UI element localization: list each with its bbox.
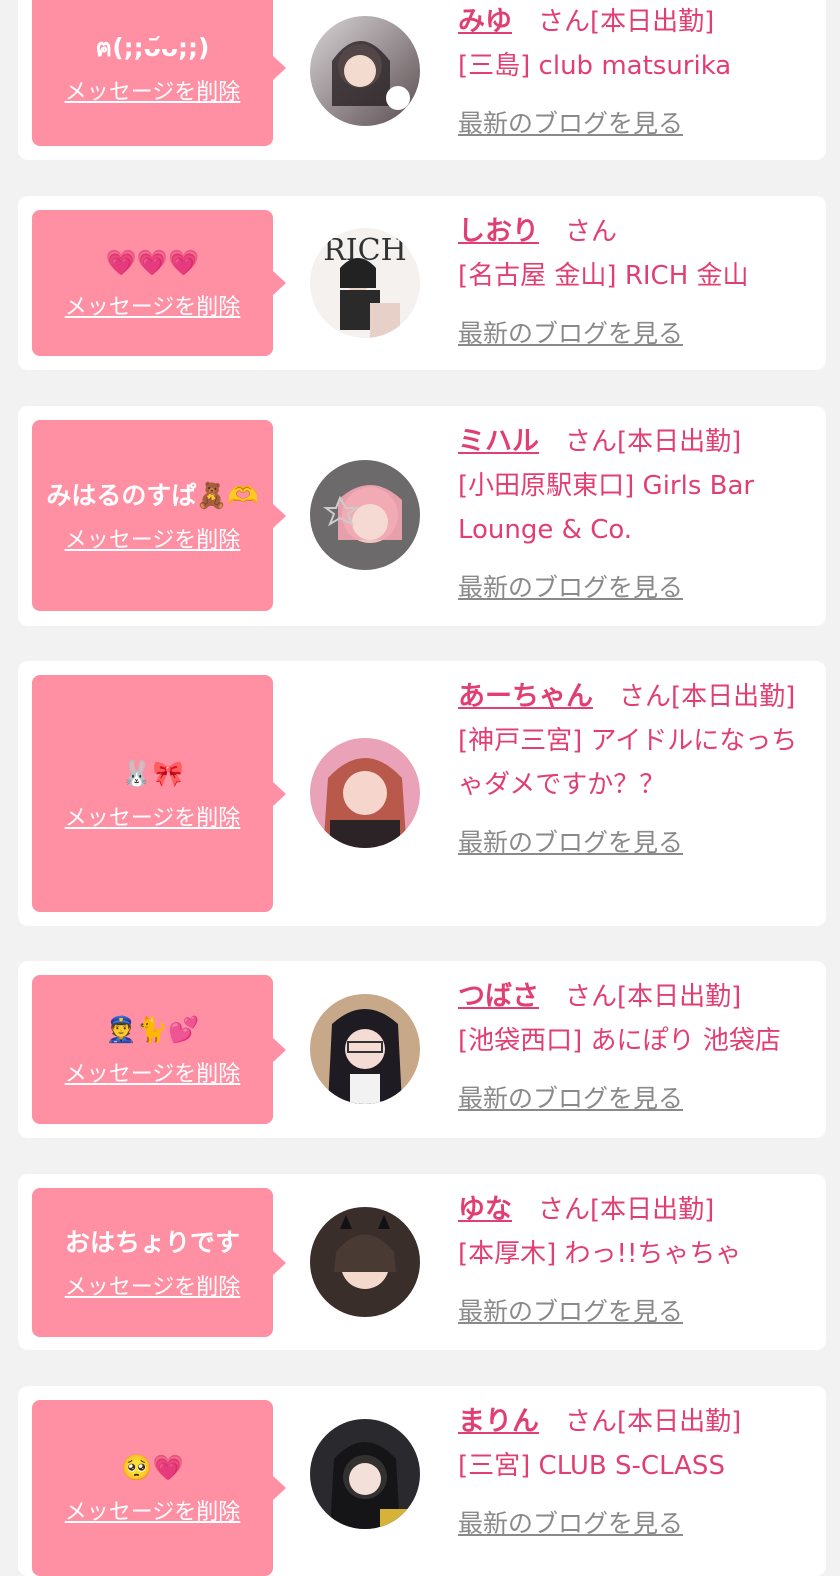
girl-info: つばさ さん[本日出勤] [池袋西口] あにぽり 池袋店 最新のブログを見る — [458, 975, 818, 1121]
girl-name-link[interactable]: あーちゃん — [458, 681, 593, 712]
shop-name: [三島] club matsurika — [458, 51, 732, 81]
avatar[interactable] — [310, 16, 420, 126]
shop-name: [名古屋 金山] RICH 金山 — [458, 261, 749, 291]
girl-info: みゆ さん[本日出勤] [三島] club matsurika 最新のブログを見る — [458, 0, 818, 146]
honorific: さん — [538, 7, 591, 37]
status-badge: [本日出勤] — [617, 982, 742, 1012]
message-text: 🥺💗 — [121, 1453, 184, 1482]
honorific: さん — [565, 1407, 618, 1437]
girl-name-link[interactable]: ミハル — [458, 426, 539, 457]
girl-name-link[interactable]: みゆ — [458, 6, 512, 37]
message-bubble: みはるのすぱ🧸🫶 メッセージを削除 — [32, 420, 286, 611]
status-badge: [本日出勤] — [617, 1407, 742, 1437]
honorific: さん — [538, 1195, 591, 1225]
girl-info: ゆな さん[本日出勤] [本厚木] わっ!!ちゃちゃ 最新のブログを見る — [458, 1188, 818, 1334]
avatar[interactable] — [310, 1419, 420, 1529]
status-badge: [本日出勤] — [617, 427, 742, 457]
message-bubble: 💗💗💗 メッセージを削除 — [32, 210, 286, 356]
status-badge: [本日出勤] — [590, 1195, 715, 1225]
honorific: さん — [565, 982, 618, 1012]
delete-message-link[interactable]: メッセージを削除 — [65, 1269, 241, 1301]
latest-blog-link[interactable]: 最新のブログを見る — [458, 1077, 818, 1121]
shop-name: [本厚木] わっ!!ちゃちゃ — [458, 1239, 742, 1269]
status-badge: [本日出勤] — [590, 7, 715, 37]
shop-name: [小田原駅東口] Girls Bar Lounge & Co. — [458, 471, 755, 545]
status-badge: [本日出勤] — [671, 682, 796, 712]
latest-blog-link[interactable]: 最新のブログを見る — [458, 821, 818, 865]
delete-message-link[interactable]: メッセージを削除 — [65, 1056, 241, 1088]
latest-blog-link[interactable]: 最新のブログを見る — [458, 1502, 818, 1546]
shop-name: [三宮] CLUB S-CLASS — [458, 1451, 725, 1481]
delete-message-link[interactable]: メッセージを削除 — [65, 74, 241, 106]
avatar[interactable]: RICH — [310, 228, 420, 338]
avatar[interactable] — [310, 738, 420, 848]
list-item: 👮🐈💕 メッセージを削除 つばさ さん[本日出勤] [池袋西口] あにぽり 池袋店… — [18, 961, 826, 1138]
avatar[interactable] — [310, 994, 420, 1104]
message-bubble: ฅ(;;ᴗ᷄ᴗ;;) メッセージを削除 — [32, 0, 286, 146]
girl-name-link[interactable]: ゆな — [458, 1194, 512, 1225]
message-bubble: おはちょりです メッセージを削除 — [32, 1188, 286, 1337]
list-item: おはちょりです メッセージを削除 ゆな さん[本日出勤] [本厚木] わっ!!ちゃ… — [18, 1174, 826, 1350]
message-text: 👮🐈💕 — [105, 1014, 200, 1044]
honorific: さん — [565, 217, 618, 247]
avatar[interactable] — [310, 1207, 420, 1317]
list-item: 🐰🎀 メッセージを削除 あーちゃん さん[本日出勤] [神戸三宮] アイドルになっ… — [18, 661, 826, 926]
girl-name-link[interactable]: まりん — [458, 1406, 539, 1437]
shop-name: [神戸三宮] アイドルになっちゃダメですか？？ — [458, 726, 798, 800]
message-text: みはるのすぱ🧸🫶 — [46, 480, 259, 510]
list-item: みはるのすぱ🧸🫶 メッセージを削除 ミハル さん[本日出勤] [小田原駅東口] G… — [18, 406, 826, 626]
message-bubble: 🥺💗 メッセージを削除 — [32, 1400, 286, 1576]
girl-info: まりん さん[本日出勤] [三宮] CLUB S-CLASS 最新のブログを見る — [458, 1400, 818, 1546]
girl-info: ミハル さん[本日出勤] [小田原駅東口] Girls Bar Lounge & … — [458, 420, 818, 610]
girl-name-link[interactable]: つばさ — [458, 981, 539, 1012]
latest-blog-link[interactable]: 最新のブログを見る — [458, 1290, 818, 1334]
delete-message-link[interactable]: メッセージを削除 — [65, 289, 241, 321]
latest-blog-link[interactable]: 最新のブログを見る — [458, 102, 818, 146]
delete-message-link[interactable]: メッセージを削除 — [65, 1494, 241, 1526]
avatar[interactable] — [310, 460, 420, 570]
message-text: おはちょりです — [64, 1227, 240, 1257]
delete-message-link[interactable]: メッセージを削除 — [65, 522, 241, 554]
list-item: ฅ(;;ᴗ᷄ᴗ;;) メッセージを削除 みゆ さん[本日出勤] [三島] club… — [18, 0, 826, 160]
message-text: 💗💗💗 — [105, 248, 200, 277]
latest-blog-link[interactable]: 最新のブログを見る — [458, 566, 818, 610]
girl-info: あーちゃん さん[本日出勤] [神戸三宮] アイドルになっちゃダメですか？？ 最新… — [458, 675, 818, 865]
message-text: 🐰🎀 — [121, 758, 184, 788]
message-bubble: 🐰🎀 メッセージを削除 — [32, 675, 286, 912]
list-item: 💗💗💗 メッセージを削除 RICH しおり さん [名古屋 金山] RICH 金山… — [18, 196, 826, 370]
delete-message-link[interactable]: メッセージを削除 — [65, 800, 241, 832]
honorific: さん — [565, 427, 618, 457]
latest-blog-link[interactable]: 最新のブログを見る — [458, 312, 818, 356]
girl-name-link[interactable]: しおり — [458, 216, 539, 247]
list-item: 🥺💗 メッセージを削除 まりん さん[本日出勤] [三宮] CLUB S-CLAS… — [18, 1386, 826, 1576]
message-text: ฅ(;;ᴗ᷄ᴗ;;) — [95, 33, 210, 62]
girl-info: しおり さん [名古屋 金山] RICH 金山 最新のブログを見る — [458, 210, 818, 356]
message-bubble: 👮🐈💕 メッセージを削除 — [32, 975, 286, 1124]
shop-name: [池袋西口] あにぽり 池袋店 — [458, 1026, 781, 1056]
honorific: さん — [619, 682, 672, 712]
